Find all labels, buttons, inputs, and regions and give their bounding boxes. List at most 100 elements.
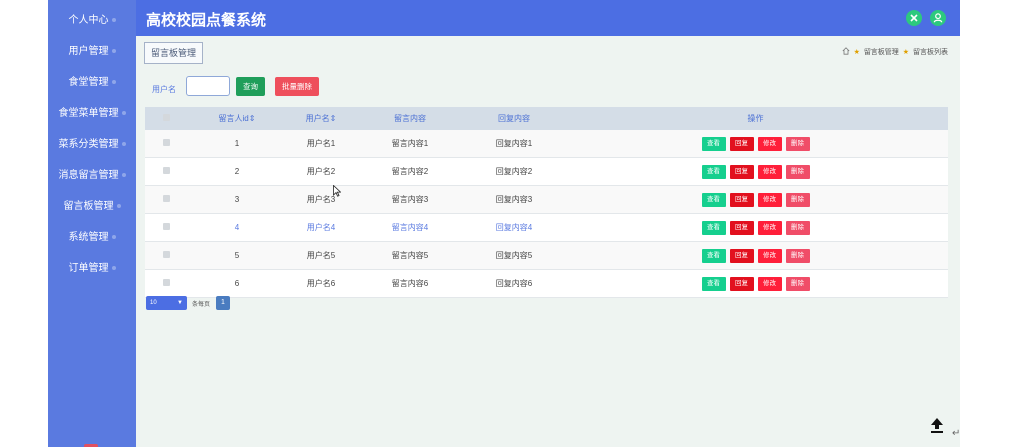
select-all-header[interactable] — [145, 107, 187, 130]
view-button[interactable]: 查看 — [701, 220, 726, 235]
row-select-cell — [145, 157, 187, 186]
per-page-label: 条每页 — [192, 302, 211, 308]
sidebar-item-label: 用户管理 — [68, 46, 109, 57]
view-button[interactable]: 查看 — [701, 192, 726, 207]
row-checkbox[interactable] — [162, 195, 170, 202]
star-icon: ★ — [853, 49, 860, 56]
table-cell-content: 留言内容6 — [355, 269, 465, 298]
delete-button[interactable]: 删除 — [785, 136, 810, 151]
sidebar-item[interactable]: 用户管理 — [48, 36, 136, 67]
sidebar-item[interactable]: 订单管理 — [48, 253, 136, 284]
delete-button[interactable]: 删除 — [785, 220, 810, 235]
table-cell-id: 4 — [187, 213, 287, 242]
row-checkbox[interactable] — [162, 251, 170, 258]
edit-button[interactable]: 修改 — [757, 220, 782, 235]
page-size-select[interactable]: 10 ▼ — [146, 296, 187, 310]
table-cell-id: 2 — [187, 157, 287, 186]
table-cell-id: 3 — [187, 185, 287, 214]
sidebar-item[interactable]: 食堂管理 — [48, 67, 136, 98]
view-button[interactable]: 查看 — [701, 136, 726, 151]
edit-button[interactable]: 修改 — [757, 164, 782, 179]
row-select-cell — [145, 241, 187, 270]
edit-button[interactable]: 修改 — [757, 248, 782, 263]
sidebar-item[interactable]: 系统管理 — [48, 222, 136, 253]
row-actions: 查看 回复 修改 删除 — [563, 213, 948, 242]
reply-button[interactable]: 回复 — [729, 192, 754, 207]
table-cell-content: 留言内容2 — [355, 157, 465, 186]
batch-delete-button[interactable]: 批量删除 — [275, 77, 319, 96]
sidebar-item[interactable]: 消息留言管理 — [48, 160, 136, 191]
main-content: 留言板管理 ★ 留言板管理 ★ 留言板列表 用户名 查询 批量删除 留言人id⇕… — [136, 36, 960, 447]
reply-button[interactable]: 回复 — [729, 164, 754, 179]
table-header-row: 留言人id⇕ 用户名⇕ 留言内容 回复内容 操作 — [145, 107, 948, 130]
sidebar-menu: 个人中心用户管理食堂管理 食堂菜单管理 菜系分类管理 消息留言管理留言板管理系统管理订… — [48, 5, 136, 284]
table-cell-username: 用户名1 — [287, 130, 355, 158]
table-cell-id: 6 — [187, 269, 287, 298]
row-actions: 查看 回复 修改 删除 — [563, 241, 948, 270]
delete-button[interactable]: 删除 — [785, 192, 810, 207]
reply-button[interactable]: 回复 — [729, 276, 754, 291]
breadcrumb-item[interactable]: 留言板管理 — [864, 49, 899, 56]
edit-button[interactable]: 修改 — [757, 192, 782, 207]
table-cell-username: 用户名6 — [287, 269, 355, 298]
sidebar-item-label: 留言板管理 — [63, 201, 114, 212]
select-all-checkbox[interactable] — [162, 114, 170, 121]
expand-indicator-icon — [111, 235, 116, 240]
row-select-cell — [145, 213, 187, 242]
query-button[interactable]: 查询 — [236, 77, 265, 96]
row-checkbox[interactable] — [162, 223, 170, 230]
expand-indicator-icon — [111, 49, 116, 54]
app-title: 高校校园点餐系统 — [146, 12, 267, 29]
delete-button[interactable]: 删除 — [785, 248, 810, 263]
column-header[interactable]: 留言人id⇕ — [187, 107, 287, 130]
expand-indicator-icon — [111, 80, 116, 85]
edit-button[interactable]: 修改 — [757, 276, 782, 291]
table-cell-reply: 回复内容3 — [465, 185, 563, 214]
table-row: 1 用户名1 留言内容1 回复内容1 查看 回复 修改 删除 — [145, 130, 948, 158]
message-table: 留言人id⇕ 用户名⇕ 留言内容 回复内容 操作 1 用户名1 留言内容1 回复内容1… — [145, 107, 948, 298]
delete-button[interactable]: 删除 — [785, 164, 810, 179]
username-search-input[interactable] — [186, 76, 230, 96]
sidebar-item-label: 订单管理 — [68, 263, 109, 274]
sidebar-item-label: 个人中心 — [68, 15, 109, 26]
home-icon[interactable] — [842, 47, 850, 56]
view-button[interactable]: 查看 — [701, 248, 726, 263]
table-cell-reply: 回复内容6 — [465, 269, 563, 298]
row-checkbox[interactable] — [162, 167, 170, 174]
reply-button[interactable]: 回复 — [729, 136, 754, 151]
expand-indicator-icon — [111, 266, 116, 271]
app-window: 个人中心 用户管理 食堂管理 食堂菜单管理 菜系分类管理 消息留言管理 留言板管理 系统管理订… — [48, 0, 960, 447]
expand-indicator-icon — [121, 111, 126, 116]
view-button[interactable]: 查看 — [701, 164, 726, 179]
table-cell-id: 1 — [187, 130, 287, 158]
row-select-cell — [145, 269, 187, 298]
upload-icon[interactable] — [928, 416, 946, 439]
page-button-current[interactable]: 1 — [216, 296, 230, 310]
sidebar: 个人中心用户管理食堂管理 食堂菜单管理 菜系分类管理 消息留言管理留言板管理系统管理订… — [48, 0, 136, 447]
sidebar-item[interactable]: 个人中心 — [48, 5, 136, 36]
sidebar-item-label: 系统管理 — [68, 232, 109, 243]
table-row: 5 用户名5 留言内容5 回复内容5 查看 回复 修改 删除 — [145, 241, 948, 270]
row-actions: 查看 回复 修改 删除 — [563, 157, 948, 186]
close-icon[interactable] — [906, 10, 922, 26]
user-icon[interactable] — [930, 10, 946, 26]
top-bar: 高校校园点餐系统 — [136, 0, 960, 36]
table-cell-reply: 回复内容2 — [465, 157, 563, 186]
tab-message-board[interactable]: 留言板管理 — [144, 42, 204, 64]
expand-indicator-icon — [111, 18, 116, 23]
row-checkbox[interactable] — [162, 139, 170, 146]
table-body: 1 用户名1 留言内容1 回复内容1 查看 回复 修改 删除 2 用户名2 留言内容2 回复内容2 查看… — [145, 130, 948, 298]
reply-button[interactable]: 回复 — [729, 248, 754, 263]
delete-button[interactable]: 删除 — [785, 276, 810, 291]
view-button[interactable]: 查看 — [701, 276, 726, 291]
sidebar-item[interactable]: 菜系分类管理 — [48, 129, 136, 160]
table-cell-username: 用户名3 — [287, 185, 355, 214]
row-checkbox[interactable] — [162, 279, 170, 286]
sidebar-item[interactable]: 食堂菜单管理 — [48, 98, 136, 129]
sidebar-item[interactable]: 留言板管理 — [48, 191, 136, 222]
star-icon: ★ — [902, 49, 910, 56]
edit-button[interactable]: 修改 — [757, 136, 782, 151]
row-actions: 查看 回复 修改 删除 — [563, 130, 948, 158]
reply-button[interactable]: 回复 — [729, 220, 754, 235]
column-header[interactable]: 用户名⇕ — [287, 107, 355, 130]
